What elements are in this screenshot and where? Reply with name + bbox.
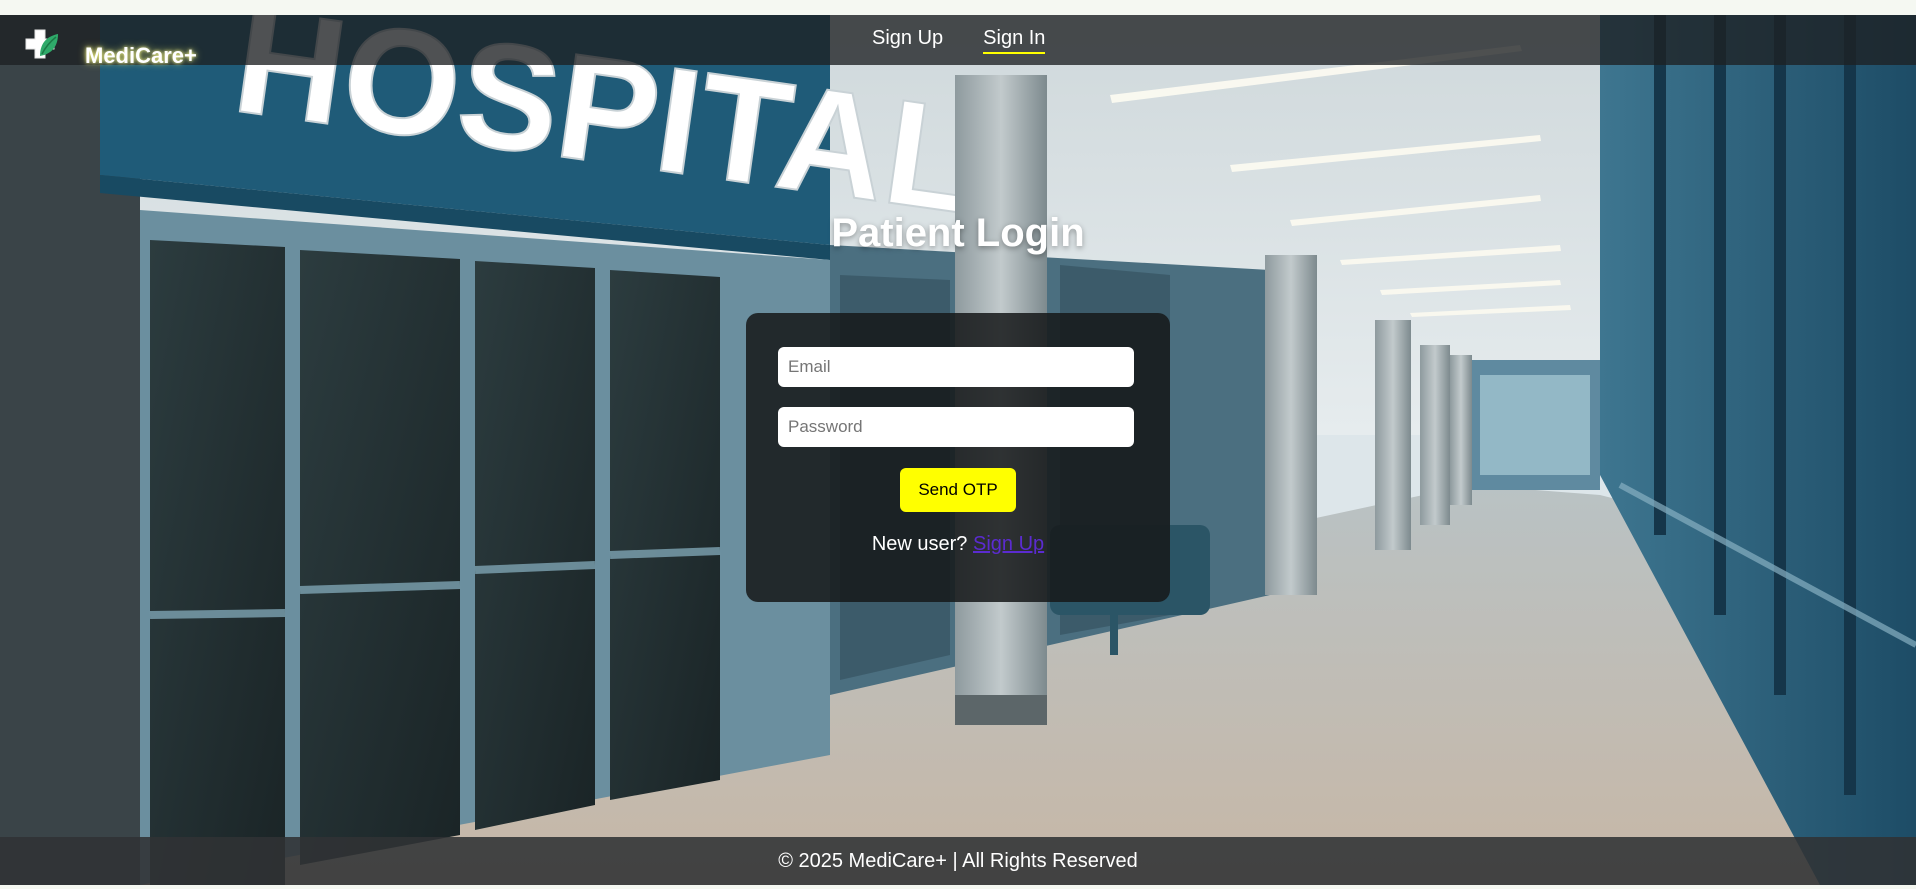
- nav-sign-up-link[interactable]: Sign Up: [872, 27, 943, 54]
- medical-cross-leaf-icon[interactable]: [22, 26, 60, 64]
- page: HOSPITAL MediCare+ Sign Up Sign In Patie…: [0, 15, 1916, 885]
- copyright-text: © 2025 MediCare+ | All Rights Reserved: [778, 850, 1138, 872]
- login-form-card: Send OTP New user? Sign Up: [746, 313, 1170, 602]
- top-navbar: MediCare+ Sign Up Sign In: [0, 15, 1916, 68]
- send-otp-button[interactable]: Send OTP: [900, 468, 1016, 512]
- page-title: Patient Login: [831, 211, 1085, 255]
- new-user-prompt: New user? Sign Up: [746, 533, 1170, 556]
- signup-link[interactable]: Sign Up: [973, 533, 1044, 555]
- new-user-text: New user?: [871, 533, 968, 555]
- main-nav: Sign Up Sign In: [872, 27, 1046, 54]
- email-input[interactable]: [778, 347, 1134, 387]
- nav-sign-in-link[interactable]: Sign In: [983, 27, 1046, 54]
- brand-name[interactable]: MediCare+: [85, 43, 197, 69]
- password-input[interactable]: [778, 407, 1134, 447]
- footer: © 2025 MediCare+ | All Rights Reserved: [0, 837, 1916, 885]
